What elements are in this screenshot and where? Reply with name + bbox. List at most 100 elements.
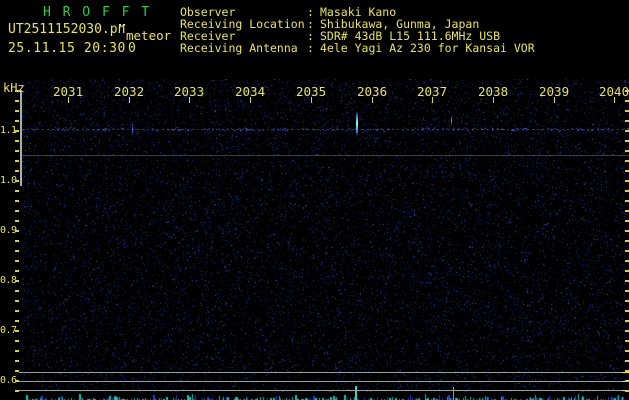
minor-tick — [625, 220, 629, 222]
minor-tick — [625, 120, 629, 122]
minor-tick — [15, 110, 19, 112]
minor-tick — [625, 230, 629, 232]
reference-line — [19, 372, 622, 373]
minor-tick — [15, 220, 19, 222]
minor-tick — [625, 280, 629, 282]
info-row-antenna: Receiving Antenna : 4ele Yagi Az 230 for… — [180, 41, 629, 55]
minor-tick — [15, 210, 19, 212]
minor-tick — [625, 360, 629, 362]
freq-tick-label: 1.1 — [0, 125, 17, 136]
minor-tick — [68, 97, 69, 103]
minor-tick — [625, 370, 629, 372]
frame-datetime: 25.11.15 20:30 — [8, 41, 126, 56]
meteor-echo-moderate — [451, 116, 452, 125]
app-title: H R O F F T — [43, 5, 152, 20]
minor-tick — [432, 97, 433, 103]
minor-tick — [614, 97, 615, 103]
minor-tick — [625, 100, 629, 102]
minor-tick — [625, 140, 629, 142]
minor-tick — [625, 160, 629, 162]
freq-tick-label: 0.6 — [0, 375, 17, 386]
meteor-count: 0 — [128, 41, 136, 56]
minor-tick — [625, 170, 629, 172]
hrofft-screen: H R O F F T UT2511152030.pn meteor 25.11… — [0, 0, 629, 400]
minor-tick — [625, 260, 629, 262]
minor-tick — [625, 200, 629, 202]
minor-tick — [625, 380, 629, 382]
minor-tick — [625, 180, 629, 182]
minor-tick — [625, 250, 629, 252]
faint-carrier-row-1050hz — [22, 155, 629, 156]
minor-tick — [625, 150, 629, 152]
minor-tick — [250, 97, 251, 103]
minor-tick — [15, 150, 19, 152]
faint-carrier-row-1100hz — [22, 129, 629, 130]
minor-tick — [15, 290, 19, 292]
minor-tick — [129, 97, 130, 103]
minor-tick — [15, 240, 19, 242]
freq-tick-label: 0.9 — [0, 225, 17, 236]
meteor-echo-weak — [132, 122, 133, 137]
minor-tick — [15, 100, 19, 102]
level-spike — [355, 386, 357, 400]
minor-tick — [15, 230, 19, 232]
signal-level-strip-canvas — [22, 392, 629, 400]
frequency-axis-line — [20, 90, 22, 186]
filename-descender-dots — [119, 24, 121, 26]
freq-tick-label: 1.0 — [0, 175, 17, 186]
minor-tick — [15, 130, 19, 132]
minor-tick — [15, 90, 19, 92]
minor-tick — [15, 120, 19, 122]
minor-tick — [625, 350, 629, 352]
minor-tick — [15, 250, 19, 252]
minor-tick — [15, 340, 19, 342]
spectrogram-noise-canvas — [22, 79, 629, 392]
info-colon: : — [307, 41, 314, 55]
minor-tick — [15, 170, 19, 172]
minor-tick — [625, 240, 629, 242]
minor-tick — [625, 390, 629, 392]
reference-line — [19, 390, 622, 391]
minor-tick — [625, 210, 629, 212]
minor-tick — [15, 190, 19, 192]
reference-line — [19, 381, 622, 382]
minor-tick — [625, 310, 629, 312]
frame-filename: UT2511152030.pn — [8, 22, 126, 37]
minor-tick — [15, 160, 19, 162]
minor-tick — [15, 300, 19, 302]
meteor-echo-strong — [356, 111, 358, 136]
minor-tick — [15, 390, 19, 392]
minor-tick — [493, 97, 494, 103]
minor-tick — [625, 270, 629, 272]
minor-tick — [625, 90, 629, 92]
minor-tick — [15, 360, 19, 362]
minor-tick — [15, 380, 19, 382]
minor-tick — [372, 97, 373, 103]
minor-tick — [15, 370, 19, 372]
minor-tick — [311, 97, 312, 103]
minor-tick — [625, 320, 629, 322]
minor-tick — [625, 300, 629, 302]
reference-line-tip — [622, 372, 629, 373]
minor-tick — [625, 340, 629, 342]
freq-tick-label: 0.8 — [0, 275, 17, 286]
minor-tick — [15, 260, 19, 262]
minor-tick — [15, 310, 19, 312]
minor-tick — [554, 97, 555, 103]
minor-tick — [189, 97, 190, 103]
minor-tick — [15, 200, 19, 202]
minor-tick — [15, 320, 19, 322]
minor-tick — [15, 270, 19, 272]
minor-tick — [625, 330, 629, 332]
minor-tick — [625, 130, 629, 132]
y-axis-unit: kHz — [3, 81, 25, 95]
minor-tick — [15, 350, 19, 352]
minor-tick — [15, 180, 19, 182]
minor-tick — [15, 330, 19, 332]
level-spike — [453, 387, 454, 400]
minor-tick — [625, 190, 629, 192]
info-value: 4ele Yagi Az 230 for Kansai VOR — [320, 41, 535, 55]
minor-tick — [625, 290, 629, 292]
minor-tick — [625, 110, 629, 112]
minor-tick — [15, 140, 19, 142]
